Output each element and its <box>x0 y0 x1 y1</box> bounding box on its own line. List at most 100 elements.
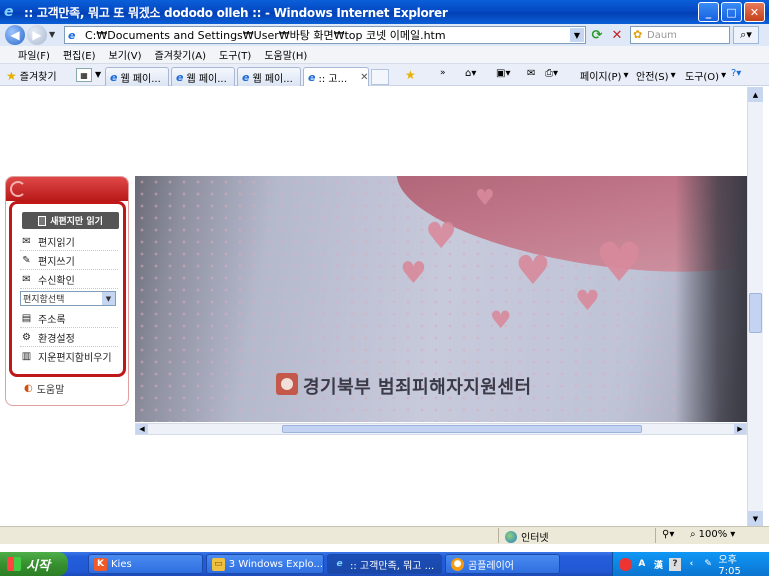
taskbar: 시작 K Kies ▭ 3 Windows Explo... e :: 고객만족… <box>0 552 769 576</box>
folder-select-value: 편지함선택 <box>23 295 65 305</box>
address-dropdown-icon[interactable]: ▼ <box>570 28 584 42</box>
scroll-up-icon[interactable]: ▲ <box>748 87 763 102</box>
more-icon[interactable]: » <box>440 68 446 78</box>
horizontal-scrollbar[interactable]: ◀ ▶ <box>135 423 747 435</box>
safety-menu[interactable]: 안전(S) ▾ <box>636 68 676 83</box>
shadow-edge <box>675 176 747 422</box>
sidebar-header <box>6 177 128 201</box>
feeds-icon[interactable]: ▣▾ <box>496 68 510 79</box>
protected-mode-icon[interactable]: ⚲▾ <box>662 529 674 540</box>
heart-icon: ♥ <box>425 216 458 257</box>
clock[interactable]: 오후 7:05 <box>718 551 761 576</box>
close-tab-icon[interactable]: ✕ <box>360 72 368 83</box>
search-button[interactable]: ⌕▾ <box>733 26 759 44</box>
search-placeholder: Daum <box>647 29 677 41</box>
forward-button[interactable]: ▶ <box>27 25 47 45</box>
ime-help-icon[interactable]: ? <box>668 557 682 571</box>
task-explorer-group[interactable]: ▭ 3 Windows Explo... <box>206 554 324 574</box>
favorites-button[interactable]: ★ 즐겨찾기 <box>6 68 57 84</box>
task-gomplayer[interactable]: ● 곰플레이어 <box>445 554 560 574</box>
menu-favorites[interactable]: 즐겨찾기(A) <box>155 47 206 62</box>
close-button[interactable]: ✕ <box>744 2 765 22</box>
address-bar[interactable]: e C:₩Documents and Settings₩User₩바탕 화면₩t… <box>64 26 586 44</box>
sidebar-item-settings[interactable]: ⚙ 환경설정 <box>20 328 118 347</box>
mail-menu-box: 새편지만 읽기 ✉ 편지읽기 ✎ 편지쓰기 ✉ 수신확인 편지함선택 ▼ ▤ 주… <box>9 201 126 377</box>
ie-page-icon: e <box>242 70 250 84</box>
read-new-label: 새편지만 읽기 <box>50 217 103 227</box>
zoom-level: 100% <box>698 529 728 540</box>
stop-icon[interactable]: ✕ <box>608 26 626 44</box>
home-icon[interactable]: ⌂▾ <box>465 68 476 79</box>
start-button[interactable]: 시작 <box>0 552 68 576</box>
menu-view[interactable]: 보기(V) <box>109 47 142 62</box>
ime-flag-icon[interactable] <box>619 557 632 571</box>
tab-label: 웹 페이... <box>186 73 227 85</box>
tab-1[interactable]: e 웹 페이... <box>105 67 169 86</box>
scroll-thumb[interactable] <box>282 425 642 433</box>
tab-3[interactable]: e 웹 페이... <box>237 67 301 86</box>
task-ie-active[interactable]: e :: 고객만족, 뭐고 ... <box>327 554 442 574</box>
refresh-icon[interactable]: ⟳ <box>588 26 606 44</box>
history-dropdown-icon[interactable]: ▼ <box>49 30 55 39</box>
globe-icon <box>505 530 517 543</box>
sidebar-item-receipt[interactable]: ✉ 수신확인 <box>20 270 118 289</box>
help-link[interactable]: ◐ 도움말 <box>24 381 64 396</box>
minimize-button[interactable]: _ <box>698 2 719 22</box>
zoom-control[interactable]: ⌕ 100% ▾ <box>690 529 735 540</box>
scroll-thumb[interactable] <box>749 293 762 333</box>
sidebar-item-label: 편지읽기 <box>38 237 75 249</box>
help-bubble-icon: ◐ <box>24 383 33 394</box>
ie-page-icon: e <box>308 70 316 84</box>
heart-icon: ♥ <box>490 306 512 334</box>
scroll-right-icon[interactable]: ▶ <box>734 424 746 434</box>
heart-icon: ♥ <box>575 284 601 317</box>
star-icon: ★ <box>6 68 17 83</box>
add-favorite-icon[interactable]: ★ <box>405 68 416 82</box>
scroll-left-icon[interactable]: ◀ <box>136 424 148 434</box>
start-label: 시작 <box>26 558 50 574</box>
menu-edit[interactable]: 편집(E) <box>63 47 96 62</box>
ie-logo-icon: e <box>336 559 343 569</box>
window-controls: _ □ ✕ <box>698 2 765 22</box>
sidebar-item-write[interactable]: ✎ 편지쓰기 <box>20 251 118 270</box>
back-button[interactable]: ◀ <box>5 25 25 45</box>
search-icon: ⌕▾ <box>740 28 752 41</box>
kies-icon: K <box>94 557 107 571</box>
tab-label: :: 고... <box>318 73 348 85</box>
sidebar-item-label: 주소록 <box>38 314 66 326</box>
ime-hanja[interactable]: 漢 <box>652 558 665 571</box>
menu-help[interactable]: 도움말(H) <box>264 47 307 62</box>
tray-expand-icon[interactable]: ‹ <box>685 558 698 571</box>
ime-lang[interactable]: A <box>636 558 649 571</box>
tab-active[interactable]: e :: 고... ✕ <box>303 67 369 86</box>
help-icon[interactable]: ?▾ <box>731 68 741 79</box>
search-input[interactable]: ✿ Daum <box>630 26 730 44</box>
sidebar-item-addressbook[interactable]: ▤ 주소록 <box>20 309 118 328</box>
menu-file[interactable]: 파일(F) <box>18 47 50 62</box>
maximize-button[interactable]: □ <box>721 2 742 22</box>
mail-icon[interactable]: ✉ <box>527 68 535 79</box>
folder-select[interactable]: 편지함선택 ▼ <box>20 291 116 306</box>
sidebar-item-read[interactable]: ✉ 편지읽기 <box>20 232 118 251</box>
divider <box>498 528 499 543</box>
windows-flag-icon <box>7 557 21 571</box>
pen-icon[interactable]: ✎ <box>702 558 715 571</box>
page-menu[interactable]: 페이지(P) ▾ <box>580 68 628 83</box>
sidebar-item-empty-trash[interactable]: ▥ 지운편지함비우기 <box>20 347 118 366</box>
quick-tabs-icon[interactable]: ▦ <box>76 68 92 82</box>
print-icon[interactable]: ⎙▾ <box>545 68 558 79</box>
tab-label: 웹 페이... <box>120 73 161 85</box>
receipt-icon: ✉ <box>22 273 31 285</box>
folder-icon: ▭ <box>212 557 225 571</box>
new-tab-button[interactable] <box>371 69 389 85</box>
scroll-down-icon[interactable]: ▼ <box>748 511 763 526</box>
menu-tools[interactable]: 도구(T) <box>219 47 251 62</box>
task-kies[interactable]: K Kies <box>88 554 203 574</box>
tools-menu[interactable]: 도구(O) ▾ <box>685 68 726 83</box>
address-toolbar: ◀ ▶ ▼ e C:₩Documents and Settings₩User₩바… <box>0 24 769 46</box>
tab-list-dropdown-icon[interactable]: ▼ <box>95 70 101 79</box>
read-new-button[interactable]: 새편지만 읽기 <box>22 212 119 229</box>
tab-2[interactable]: e 웹 페이... <box>171 67 235 86</box>
swirl-icon <box>10 181 26 197</box>
vertical-scrollbar[interactable]: ▲ ▼ <box>747 87 763 526</box>
